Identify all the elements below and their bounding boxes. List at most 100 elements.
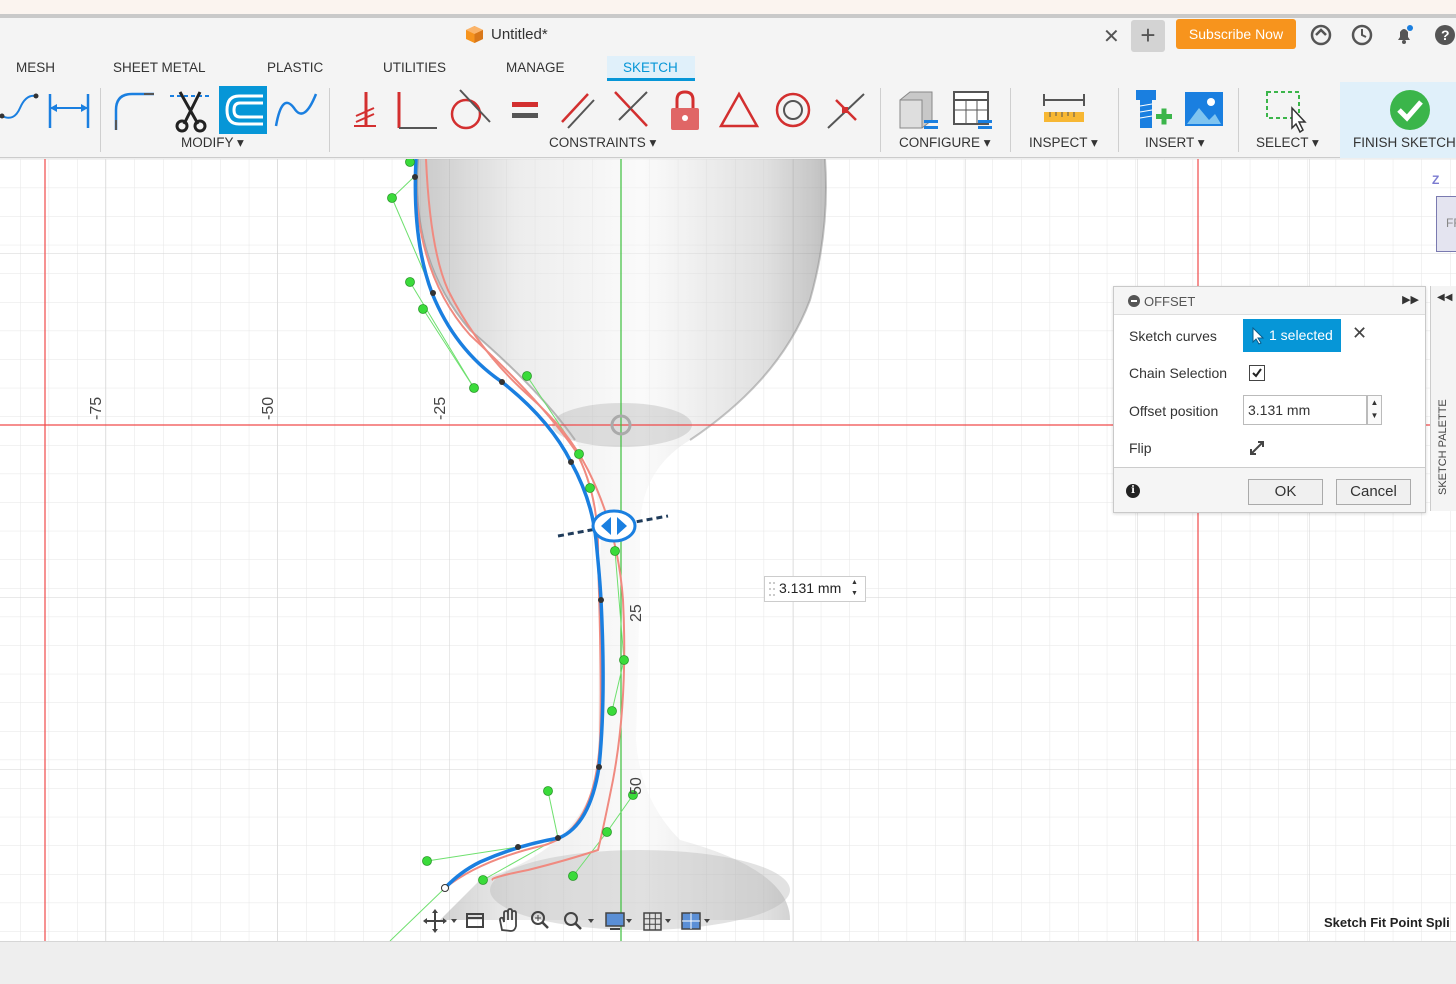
sketch-ribbon: MODIFY ▾ CONSTRAINTS ▾ CONFIGURE ▾ INSPE… (0, 82, 1456, 158)
tab-mesh[interactable]: MESH (16, 60, 55, 75)
svg-text:?: ? (1441, 27, 1450, 43)
viewcube-face-label: FR (1446, 216, 1456, 230)
ruler-label-50: 50 (628, 777, 645, 795)
offset-dialog-title: OFFSET (1144, 294, 1196, 309)
concentric-constraint-icon[interactable] (769, 86, 817, 134)
flip-label: Flip (1129, 440, 1152, 456)
document-cube-icon (466, 26, 483, 43)
ribbon-separator (100, 88, 101, 152)
configure-table-icon[interactable] (948, 86, 996, 134)
help-icon[interactable]: ? (1434, 24, 1456, 46)
offset-dimension-value[interactable]: 3.131 mm (779, 580, 841, 596)
finish-sketch-check-icon[interactable] (1386, 86, 1434, 134)
ok-button[interactable]: OK (1248, 479, 1323, 505)
ribbon-separator (880, 88, 881, 152)
sketch-canvas[interactable]: -75 -50 -25 25 50 (0, 159, 1456, 941)
notifications-bell-icon[interactable] (1393, 24, 1415, 46)
parallel-constraint-icon[interactable] (554, 86, 602, 134)
palette-collapse-arrows-icon[interactable]: ◀◀ (1437, 292, 1452, 303)
navigation-toolbar (420, 904, 716, 938)
offset-position-input[interactable]: 3.131 mm (1243, 395, 1367, 425)
trim-scissors-icon[interactable] (166, 86, 214, 134)
select-group-label[interactable]: SELECT ▾ (1256, 135, 1319, 151)
ribbon-separator (1118, 88, 1119, 152)
close-document-icon[interactable]: ✕ (1103, 24, 1120, 49)
offset-dialog-header[interactable]: OFFSET ▶▶ (1114, 287, 1425, 315)
spline-tool-icon[interactable] (0, 86, 40, 134)
dimension-tool-icon[interactable] (45, 86, 93, 134)
sketch-curves-selection-button[interactable]: 1 selected (1243, 319, 1341, 352)
sketch-curves-label: Sketch curves (1129, 328, 1217, 344)
ribbon-separator (329, 88, 330, 152)
offset-dialog-body: Sketch curves 1 selected ✕ Chain Selecti… (1114, 315, 1425, 468)
status-hint-text: Sketch Fit Point Spli (1324, 915, 1450, 930)
ribbon-tab-bar: MESH SHEET METAL PLASTIC UTILITIES MANAG… (0, 56, 1456, 82)
triangle-constraint-icon[interactable] (715, 86, 763, 134)
inspect-group-label[interactable]: INSPECT ▾ (1029, 135, 1098, 151)
fillet-tool-icon[interactable] (110, 86, 158, 134)
ribbon-separator (1010, 88, 1011, 152)
ruler-label-neg25: -25 (432, 397, 449, 420)
measure-ruler-icon[interactable] (1040, 86, 1088, 134)
new-tab-button[interactable]: + (1131, 20, 1165, 52)
orbit-move-icon[interactable] (423, 909, 457, 933)
sketch-viewport[interactable]: -75 -50 -25 25 50 (0, 159, 1456, 941)
tab-manage[interactable]: MANAGE (506, 60, 565, 75)
document-tab[interactable]: Untitled* (466, 26, 548, 43)
midpoint-constraint-icon[interactable] (822, 86, 870, 134)
cursor-arrow-icon (1252, 327, 1265, 345)
subscribe-now-button[interactable]: Subscribe Now (1176, 19, 1296, 49)
active-tab-underline (607, 78, 695, 81)
tab-sketch[interactable]: SKETCH (623, 60, 678, 75)
ruler-label-neg50: -50 (260, 397, 277, 420)
select-window-icon[interactable] (1262, 86, 1310, 134)
tab-sheet-metal[interactable]: SHEET METAL (113, 60, 206, 75)
offset-manipulator-icon[interactable] (591, 509, 637, 543)
viewcube-z-axis-label: Z (1432, 173, 1440, 187)
insert-image-icon[interactable] (1181, 86, 1229, 134)
cancel-button[interactable]: Cancel (1336, 479, 1411, 505)
tab-plastic[interactable]: PLASTIC (267, 60, 323, 75)
clear-selection-icon[interactable]: ✕ (1352, 323, 1367, 344)
collapse-minus-icon[interactable] (1128, 295, 1140, 307)
job-status-icon[interactable] (1310, 24, 1332, 46)
insert-bolt-icon[interactable] (1130, 86, 1178, 134)
bottom-status-bar (0, 941, 1456, 984)
look-at-icon[interactable] (466, 913, 484, 928)
history-clock-icon[interactable] (1351, 24, 1373, 46)
flip-arrows-icon[interactable] (1248, 439, 1266, 457)
expand-arrows-icon[interactable]: ▶▶ (1402, 293, 1419, 306)
collinear-constraint-icon[interactable] (607, 86, 655, 134)
grid-settings-icon[interactable] (643, 912, 671, 931)
offset-tool-icon[interactable] (219, 86, 267, 134)
drag-grip-icon[interactable] (767, 577, 779, 601)
dimension-spinner-icon[interactable]: ▲ ▼ (851, 577, 858, 599)
perpendicular-constraint-icon[interactable] (393, 86, 441, 134)
modify-group-label[interactable]: MODIFY ▾ (181, 135, 244, 151)
tangent-constraint-icon[interactable] (446, 86, 494, 134)
pan-hand-icon[interactable] (499, 908, 517, 932)
ruler-label-25: 25 (628, 604, 645, 622)
sketch-palette-label: SKETCH PALETTE (1437, 399, 1449, 495)
configure-box-icon[interactable] (894, 86, 942, 134)
fix-lock-icon[interactable] (661, 86, 709, 134)
equal-constraint-icon[interactable] (500, 86, 548, 134)
ribbon-separator (1238, 88, 1239, 152)
offset-position-spinner-icon[interactable]: ▲ ▼ (1367, 395, 1382, 425)
chain-selection-checkbox[interactable] (1249, 365, 1265, 381)
zoom-icon[interactable] (531, 911, 549, 929)
tab-utilities[interactable]: UTILITIES (383, 60, 446, 75)
display-settings-icon[interactable] (605, 912, 632, 930)
offset-dialog: OFFSET ▶▶ Sketch curves 1 selected ✕ Cha… (1113, 286, 1426, 513)
offset-position-label: Offset position (1129, 403, 1219, 419)
curve-tool-icon[interactable] (272, 86, 320, 134)
configure-group-label[interactable]: CONFIGURE ▾ (899, 135, 991, 151)
viewports-icon[interactable] (681, 912, 710, 930)
ruler-label-neg75: -75 (88, 397, 105, 420)
info-icon[interactable]: i (1126, 484, 1140, 498)
constraints-group-label[interactable]: CONSTRAINTS ▾ (549, 135, 656, 151)
finish-sketch-label[interactable]: FINISH SKETCH (1353, 135, 1456, 150)
insert-group-label[interactable]: INSERT ▾ (1145, 135, 1205, 151)
coincident-constraint-icon[interactable] (340, 86, 388, 134)
zoom-window-icon[interactable] (564, 912, 594, 930)
